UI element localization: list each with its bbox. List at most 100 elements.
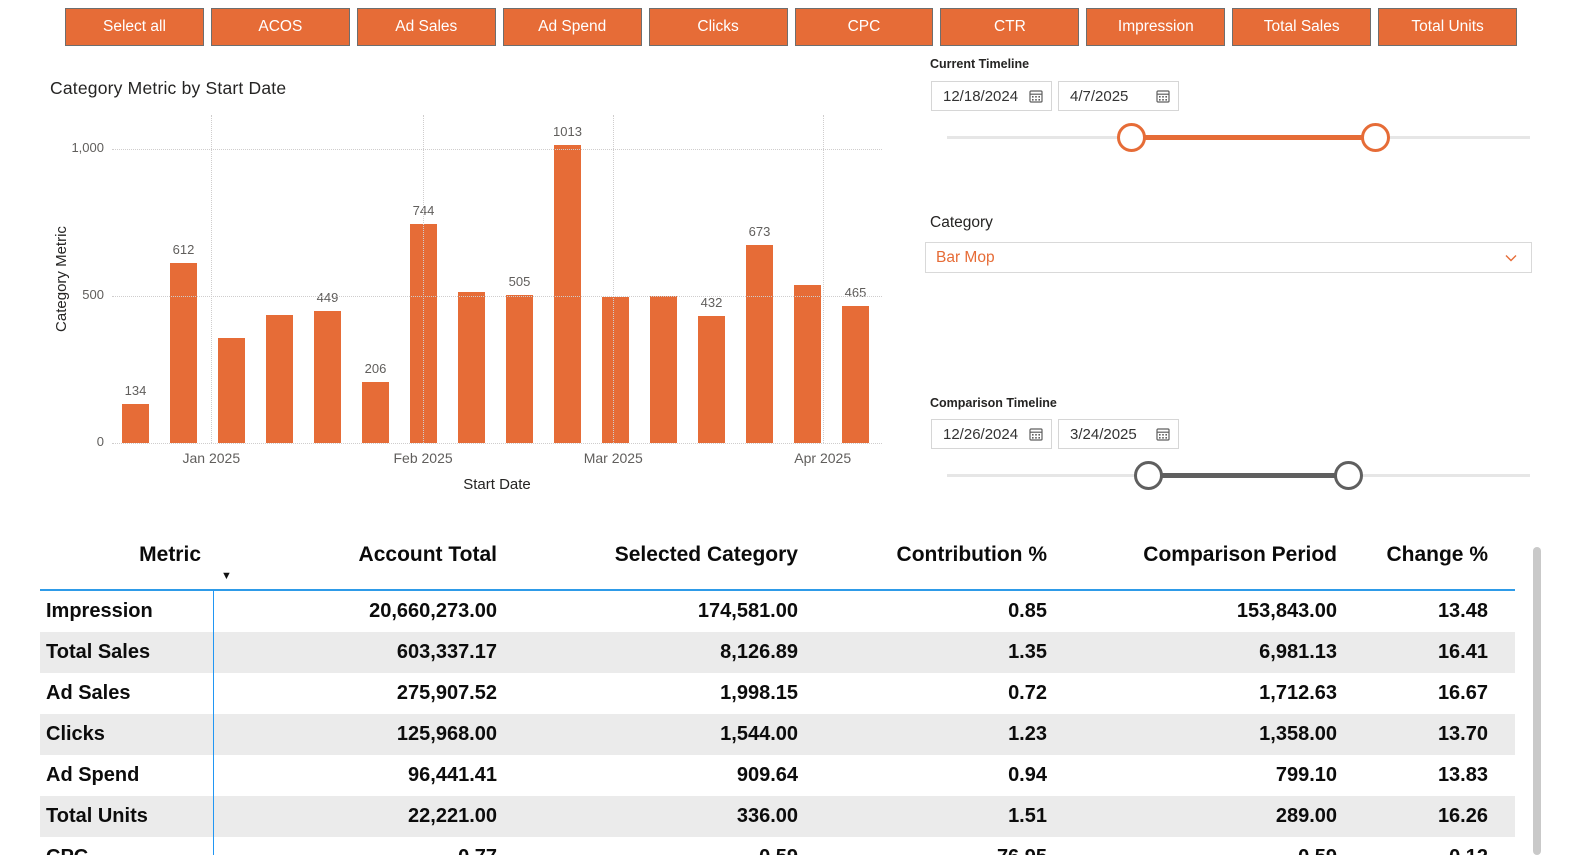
chevron-down-icon[interactable] — [1503, 250, 1519, 266]
current-end-date-value[interactable] — [1070, 87, 1156, 105]
bar[interactable] — [362, 382, 389, 443]
bar[interactable] — [218, 338, 245, 443]
sort-descending-icon[interactable]: ▼ — [221, 570, 232, 582]
y-tick-label: 0 — [96, 434, 104, 449]
comparison-timeline-slider[interactable] — [947, 460, 1530, 491]
column-header-change-[interactable]: Change % — [1345, 535, 1496, 591]
table-row[interactable]: Total Units 22,221.00 336.00 1.51 289.00 16.2… — [40, 796, 1515, 837]
value-cell: 1.23 — [1008, 723, 1047, 745]
value-cell: 125,968.00 — [396, 723, 497, 745]
calendar-icon[interactable] — [1156, 427, 1170, 441]
metrics-table: Metric Account Total Selected Category Cont… — [40, 535, 1515, 855]
comparison-start-date-input[interactable] — [931, 419, 1052, 449]
current-start-date-value[interactable] — [943, 87, 1029, 105]
value-cell: 1,998.15 — [720, 682, 798, 704]
value-cell: 289.00 — [1275, 805, 1337, 827]
comparison-end-date-input[interactable] — [1058, 419, 1179, 449]
table-row[interactable]: Impression 20,660,273.00 174,581.00 0.85 153… — [40, 591, 1515, 632]
header-underline — [40, 589, 1515, 591]
table-row[interactable]: Ad Spend 96,441.41 909.64 0.94 799.10 13.83 — [40, 755, 1515, 796]
bar[interactable] — [458, 292, 485, 443]
value-cell: 0.77 — [213, 837, 505, 855]
calendar-icon[interactable] — [1029, 427, 1043, 441]
current-timeline-slider[interactable] — [947, 122, 1530, 153]
bar[interactable] — [602, 297, 629, 443]
current-end-date-input[interactable] — [1058, 81, 1179, 111]
row-pad — [1496, 632, 1515, 673]
filter-button-acos[interactable]: ACOS — [210, 8, 350, 46]
filter-button-ctr[interactable]: CTR — [940, 8, 1080, 46]
table-row[interactable]: Clicks 125,968.00 1,544.00 1.23 1,358.00 13.7… — [40, 714, 1515, 755]
bar[interactable] — [122, 404, 149, 443]
x-gridline — [822, 115, 824, 443]
table-scrollbar[interactable] — [1533, 547, 1541, 855]
y-tick-label: 1,000 — [71, 140, 104, 155]
value-cell: 13.70 — [1437, 723, 1488, 745]
chart-title: Category Metric by Start Date — [50, 78, 287, 98]
filter-button-ad-spend[interactable]: Ad Spend — [502, 8, 642, 46]
slider-selected-range[interactable] — [1131, 135, 1376, 140]
filter-bar: Select all ACOS Ad Sales Ad Spend Clicks CPC C… — [65, 8, 1518, 46]
table-row[interactable]: CPC0.770.5976.950.590.12 — [40, 837, 1515, 855]
value-cell: 76.95 — [806, 837, 1055, 855]
value-cell: 22,221.00 — [408, 805, 497, 827]
bar[interactable] — [842, 306, 869, 443]
calendar-icon[interactable] — [1029, 89, 1043, 103]
column-header-comparison-period[interactable]: Comparison Period — [1055, 535, 1345, 591]
bar[interactable] — [698, 316, 725, 443]
y-gridline — [112, 296, 882, 297]
slider-end-handle[interactable] — [1333, 461, 1363, 490]
bar[interactable] — [266, 315, 293, 443]
slider-start-handle[interactable] — [1133, 461, 1163, 490]
slider-start-handle[interactable] — [1116, 123, 1146, 152]
filter-button-total-units[interactable]: Total Units — [1378, 8, 1518, 46]
bar[interactable] — [554, 145, 581, 443]
chart-y-axis-label: Category Metric — [53, 226, 70, 332]
filter-button-clicks[interactable]: Clicks — [648, 8, 788, 46]
value-cell: 0.85 — [1008, 600, 1047, 622]
bar[interactable] — [170, 263, 197, 443]
bar[interactable] — [314, 311, 341, 443]
y-tick-label: 500 — [82, 287, 104, 302]
comparison-start-date-value[interactable] — [943, 425, 1029, 443]
row-pad — [1496, 796, 1515, 837]
column-header-account-total[interactable]: Account Total — [213, 535, 505, 591]
column-header-selected-category[interactable]: Selected Category — [505, 535, 806, 591]
value-cell: 1,358.00 — [1259, 723, 1337, 745]
column-header-contribution-[interactable]: Contribution % — [806, 535, 1055, 591]
bar-data-label: 673 — [748, 224, 771, 239]
value-cell: 153,843.00 — [1236, 600, 1337, 622]
table-row[interactable]: Total Sales 603,337.17 8,126.89 1.35 6,981.1… — [40, 632, 1515, 673]
x-gridline — [613, 115, 615, 443]
current-start-date-input[interactable] — [931, 81, 1052, 111]
bar[interactable] — [506, 295, 533, 443]
value-cell: 275,907.52 — [396, 682, 497, 704]
filter-button-impression[interactable]: Impression — [1086, 8, 1226, 46]
chart-x-axis-label: Start Date — [463, 476, 531, 493]
bar[interactable] — [794, 285, 821, 443]
filter-button-ad-sales[interactable]: Ad Sales — [356, 8, 496, 46]
x-gridline — [423, 115, 425, 443]
slider-selected-range[interactable] — [1148, 473, 1349, 478]
row-pad — [1496, 673, 1515, 714]
row-header-cell: Impression — [46, 600, 153, 622]
filter-button-select-all[interactable]: Select all — [65, 8, 204, 46]
current-timeline-label: Current Timeline — [930, 57, 1030, 71]
bar[interactable] — [650, 296, 677, 443]
table-row[interactable]: Ad Sales 275,907.52 1,998.15 0.72 1,712.63 16… — [40, 673, 1515, 714]
value-cell: 96,441.41 — [408, 764, 497, 786]
category-dropdown[interactable]: Bar Mop — [925, 242, 1532, 273]
category-selected-value: Bar Mop — [936, 248, 995, 266]
bar[interactable] — [746, 245, 773, 443]
row-pad — [1496, 714, 1515, 755]
value-cell: 16.67 — [1437, 682, 1488, 704]
value-cell: 909.64 — [736, 764, 798, 786]
calendar-icon[interactable] — [1156, 89, 1170, 103]
filter-button-cpc[interactable]: CPC — [794, 8, 934, 46]
comparison-end-date-value[interactable] — [1070, 425, 1156, 443]
filter-button-total-sales[interactable]: Total Sales — [1232, 8, 1372, 46]
slider-end-handle[interactable] — [1361, 123, 1390, 152]
value-cell: 0.59 — [505, 837, 806, 855]
value-cell: 799.10 — [1275, 764, 1337, 786]
column-header-metric[interactable]: Metric — [40, 535, 213, 591]
